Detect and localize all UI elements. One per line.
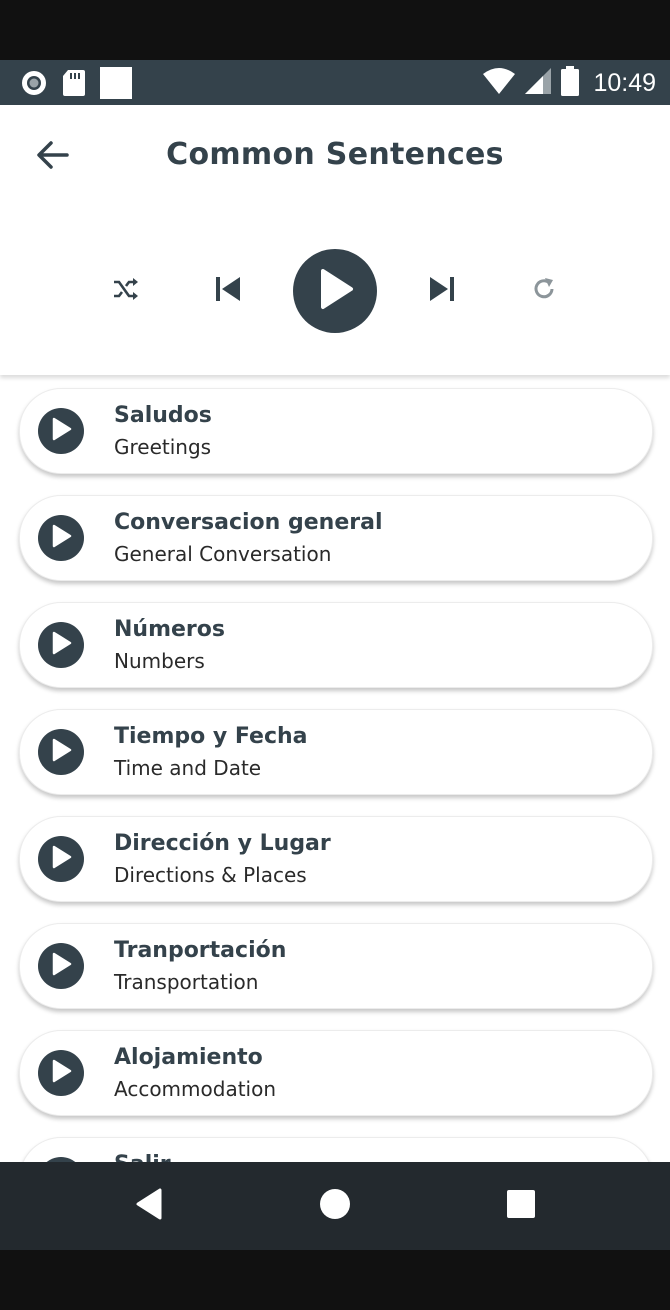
item-title: Conversacion general [114,510,383,535]
system-nav-bar [0,1162,670,1250]
item-play-button[interactable] [38,622,84,668]
nav-recent-icon [506,1189,536,1223]
record-icon [20,69,48,101]
player-controls [0,248,670,334]
repeat-icon [531,276,557,306]
skip-previous-icon [214,275,242,307]
list-item[interactable]: Alojamiento Accommodation [19,1030,653,1116]
play-icon [50,952,72,980]
nav-back-icon [134,1187,164,1225]
item-subtitle: Accommodation [114,1077,277,1101]
skip-next-button[interactable] [422,272,462,310]
nav-home-icon [319,1188,351,1224]
item-title: Números [114,617,225,642]
play-icon [50,1059,72,1087]
item-subtitle: Numbers [114,649,205,673]
item-title: Tranportación [114,938,287,963]
play-icon [50,417,72,445]
item-play-button[interactable] [38,836,84,882]
repeat-button[interactable] [526,274,562,308]
app-screen: Common Sentences Saludos Greetings Conve… [0,105,670,1162]
list-item[interactable]: Tranportación Transportation [19,923,653,1009]
play-icon [50,845,72,873]
item-play-button[interactable] [38,408,84,454]
header: Common Sentences [0,105,670,375]
play-icon [50,631,72,659]
item-title: Salir [114,1152,171,1162]
item-play-button[interactable] [38,729,84,775]
item-play-button[interactable] [38,1050,84,1096]
play-icon [50,524,72,552]
top-frame [0,0,670,60]
play-icon [315,267,355,315]
signal-icon [525,68,552,98]
list-item[interactable]: Tiempo y Fecha Time and Date [19,709,653,795]
list-item[interactable]: Saludos Greetings [19,388,653,474]
status-time: 10:49 [593,68,656,97]
sentence-category-list: Saludos Greetings Conversacion general G… [0,375,670,1162]
bottom-frame [0,1250,670,1310]
square-notification-icon [100,67,132,103]
battery-icon [561,66,580,100]
page-title: Common Sentences [166,137,504,172]
item-title: Dirección y Lugar [114,831,331,856]
item-title: Alojamiento [114,1045,263,1070]
item-subtitle: Greetings [114,435,212,459]
list-item[interactable]: Salir [19,1137,653,1162]
item-play-button[interactable] [38,943,84,989]
item-subtitle: General Conversation [114,542,332,566]
skip-previous-button[interactable] [208,272,248,310]
play-all-button[interactable] [293,249,377,333]
nav-back-button[interactable] [127,1184,171,1228]
item-play-button[interactable] [38,515,84,561]
shuffle-icon [112,277,140,305]
list-item[interactable]: Conversacion general General Conversatio… [19,495,653,581]
nav-recent-button[interactable] [499,1184,543,1228]
item-title: Saludos [114,403,212,428]
wifi-icon [483,68,516,98]
sd-card-icon [62,69,86,101]
item-subtitle: Time and Date [114,756,262,780]
item-subtitle: Transportation [114,970,259,994]
list-item[interactable]: Números Numbers [19,602,653,688]
skip-next-icon [428,275,456,307]
item-title: Tiempo y Fecha [114,724,308,749]
list-item[interactable]: Dirección y Lugar Directions & Places [19,816,653,902]
status-bar: 10:49 [0,60,670,105]
nav-home-button[interactable] [313,1184,357,1228]
item-subtitle: Directions & Places [114,863,307,887]
play-icon [50,738,72,766]
shuffle-button[interactable] [106,274,146,308]
